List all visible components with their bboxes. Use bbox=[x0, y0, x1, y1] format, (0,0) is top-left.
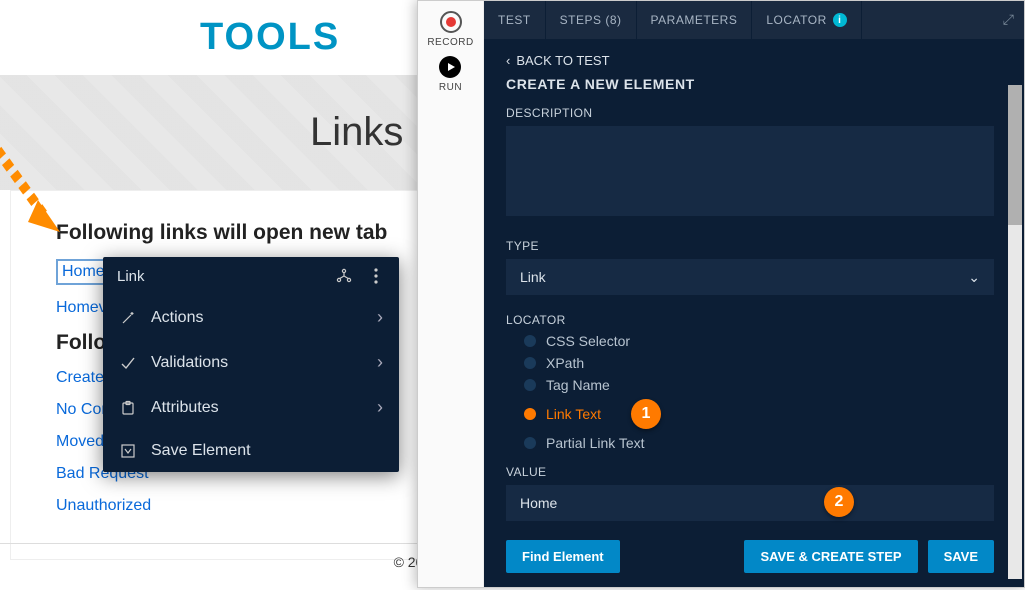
annotation-arrow bbox=[0, 140, 78, 255]
check-icon bbox=[119, 354, 137, 372]
play-icon bbox=[439, 56, 461, 78]
locator-radio-css[interactable]: CSS Selector bbox=[524, 333, 994, 349]
chevron-left-icon: ‹ bbox=[506, 53, 510, 68]
wand-icon bbox=[119, 309, 137, 327]
record-icon bbox=[440, 11, 462, 33]
tree-icon[interactable] bbox=[335, 267, 353, 285]
callout-2: 2 bbox=[824, 487, 854, 517]
locator-radio-xpath[interactable]: XPath bbox=[524, 355, 994, 371]
tab-bar: TEST STEPS (8) PARAMETERS LOCATORi ⤢ bbox=[484, 1, 1024, 39]
run-button[interactable]: RUN bbox=[439, 56, 462, 93]
tab-test[interactable]: TEST bbox=[484, 1, 546, 39]
chevron-down-icon: ⌄ bbox=[968, 269, 980, 286]
more-icon[interactable] bbox=[367, 267, 385, 285]
logo: TOOLS bbox=[200, 16, 340, 59]
type-label: TYPE bbox=[506, 239, 994, 253]
description-label: DESCRIPTION bbox=[506, 106, 994, 120]
save-create-step-button[interactable]: SAVE & CREATE STEP bbox=[744, 540, 917, 573]
tab-locator[interactable]: LOCATORi bbox=[752, 1, 861, 39]
save-button[interactable]: SAVE bbox=[928, 540, 994, 573]
panel-title: CREATE A NEW ELEMENT bbox=[506, 76, 994, 92]
locator-radio-linktext[interactable]: Link Text 1 bbox=[524, 399, 994, 429]
description-input[interactable] bbox=[506, 126, 994, 216]
page-title: Links bbox=[310, 110, 403, 155]
scrollbar-thumb[interactable] bbox=[1008, 85, 1022, 225]
save-icon bbox=[119, 442, 137, 460]
clipboard-icon bbox=[119, 399, 137, 417]
chevron-right-icon: › bbox=[377, 397, 383, 418]
record-button[interactable]: RECORD bbox=[427, 11, 473, 48]
find-element-button[interactable]: Find Element bbox=[506, 540, 620, 573]
tab-steps[interactable]: STEPS (8) bbox=[546, 1, 637, 39]
context-menu-validations[interactable]: Validations › bbox=[103, 340, 399, 385]
action-rail: RECORD RUN bbox=[418, 1, 484, 587]
inspector-panel: RECORD RUN TEST STEPS (8) PARAMETERS LOC… bbox=[417, 0, 1025, 588]
context-menu-save-element[interactable]: Save Element bbox=[103, 430, 399, 472]
type-select[interactable]: Link⌄ bbox=[506, 259, 994, 295]
value-input[interactable] bbox=[506, 485, 994, 521]
tab-parameters[interactable]: PARAMETERS bbox=[637, 1, 753, 39]
locator-radio-tagname[interactable]: Tag Name bbox=[524, 377, 994, 393]
back-link[interactable]: ‹BACK TO TEST bbox=[506, 53, 994, 68]
context-menu: Link Actions › Validations › Attributes … bbox=[103, 257, 399, 472]
info-icon: i bbox=[833, 13, 847, 27]
value-label: VALUE bbox=[506, 465, 994, 479]
context-menu-title: Link bbox=[117, 268, 145, 285]
collapse-icon[interactable]: ⤢ bbox=[1003, 11, 1014, 28]
context-menu-attributes[interactable]: Attributes › bbox=[103, 385, 399, 430]
element-panel: TEST STEPS (8) PARAMETERS LOCATORi ⤢ ‹BA… bbox=[484, 1, 1024, 587]
locator-radio-partial[interactable]: Partial Link Text bbox=[524, 435, 994, 451]
locator-label: LOCATOR bbox=[506, 313, 994, 327]
chevron-right-icon: › bbox=[377, 352, 383, 373]
chevron-right-icon: › bbox=[377, 307, 383, 328]
context-menu-actions[interactable]: Actions › bbox=[103, 295, 399, 340]
callout-1: 1 bbox=[631, 399, 661, 429]
